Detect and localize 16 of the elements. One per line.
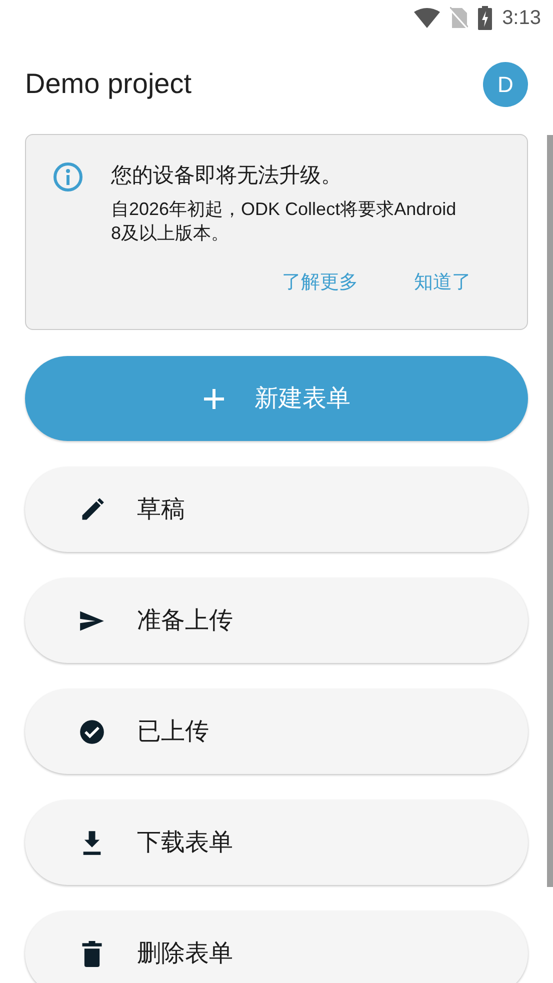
menu-button[interactable]: 删除表单	[25, 911, 528, 983]
check-circle-icon	[79, 718, 105, 744]
no-sim-icon	[450, 7, 468, 29]
menu-button[interactable]: 草稿	[25, 467, 528, 552]
menu-button[interactable]: 准备上传	[25, 578, 528, 663]
banner-message: 自2026年初起，ODK Collect将要求Android 8及以上版本。	[111, 198, 458, 245]
wifi-icon	[414, 8, 440, 28]
plus-icon	[202, 388, 224, 410]
scrollbar[interactable]	[547, 135, 553, 887]
menu-button[interactable]: 已上传	[25, 689, 528, 774]
status-time: 3:13	[502, 6, 541, 31]
project-title: Demo project	[25, 67, 192, 101]
menu-button[interactable]: 下载表单	[25, 800, 528, 885]
battery-charging-icon	[478, 6, 492, 30]
banner-title: 您的设备即将无法升级。	[111, 163, 343, 189]
info-icon	[52, 161, 84, 193]
